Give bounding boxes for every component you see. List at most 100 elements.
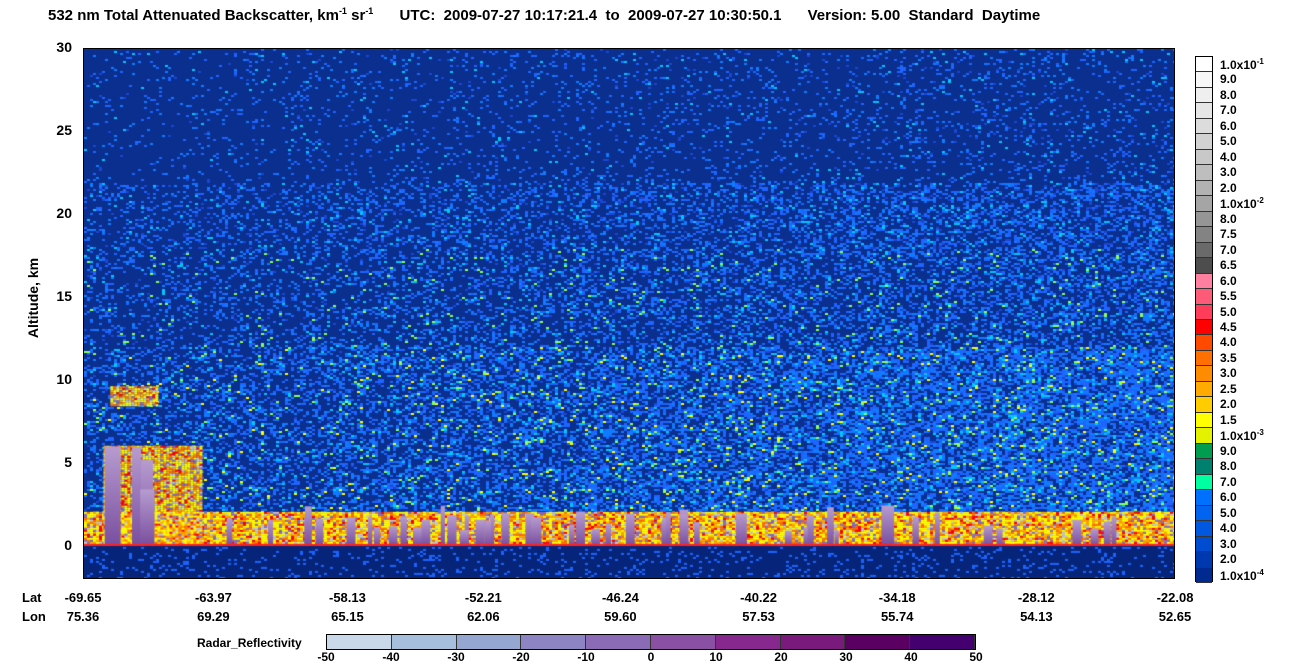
colorbar-label: 1.0x10-3 [1220,428,1264,443]
lon-tick-label: 69.29 [197,609,230,624]
colorbar-label: 4.5 [1220,320,1237,334]
radar-tick-label: -20 [512,650,530,664]
lat-tick-label: -46.24 [601,590,639,605]
lat-tick-label: -69.65 [64,590,102,605]
colorbar-label: 6.0 [1220,273,1237,288]
lon-tick-label: 54.13 [1020,609,1053,624]
radar-colorbar-segment [910,635,975,649]
y-tick-label: 5 [64,453,72,470]
colorbar-label-mantissa: 1.0x10 [1220,568,1257,583]
colorbar-label: 5.0 [1220,134,1237,149]
colorbar-label: 6.0 [1220,490,1237,505]
colorbar-label-exponent: -4 [1256,567,1264,577]
colorbar-segment [1196,289,1212,305]
backscatter-plot-area [83,48,1175,579]
lon-tick-label: 55.74 [880,609,914,624]
lon-tick-label: 59.60 [604,609,637,624]
colorbar-label: 8.0 [1220,459,1237,474]
colorbar-segment [1196,459,1212,475]
radar-tick-label: 0 [647,650,655,664]
y-axis-label: Altitude, km [25,257,41,339]
start-time: 2009-07-27 10:17:21.4 [443,7,598,24]
colorbar-segment [1196,505,1212,522]
colorbar-segment [1196,381,1212,398]
radar-colorbar-segment [845,635,911,649]
radar-tick-label: -30 [447,650,465,664]
colorbar-label: 4.0 [1220,521,1237,536]
colorbar-segment [1196,428,1212,444]
lat-tick-label: -40.22 [740,590,778,605]
backscatter-heatmap [84,49,1174,578]
colorbar-segment [1196,258,1212,274]
backscatter-colorbar [1195,56,1213,583]
radar-tick-label: 30 [839,650,853,664]
colorbar-label-exponent: -3 [1256,428,1264,438]
colorbar-label: 4.0 [1220,149,1237,164]
daytime-label: Daytime [981,7,1041,24]
colorbar-segment [1196,474,1212,491]
radar-colorbar-segment [521,635,587,649]
lon-tick-label: 75.36 [66,609,100,624]
lat-tick-label: -58.13 [329,590,366,605]
radar-tick-label: 20 [774,650,788,664]
radar-tick-label: 40 [904,650,918,664]
colorbar-segment [1196,118,1212,135]
colorbar-label-exponent: -2 [1256,196,1264,206]
title-sr-text: sr [346,7,366,24]
colorbar-segment [1196,87,1212,104]
colorbar-label: 1.0x10-1 [1220,57,1264,72]
colorbar-label: 2.5 [1220,381,1237,396]
colorbar-label: 7.5 [1220,227,1237,242]
lat-row-label: Lat [22,590,42,605]
lat-tick-label: -22.08 [1156,590,1194,605]
colorbar-segment [1196,103,1212,119]
colorbar-label: 4.0 [1220,335,1237,350]
radar-colorbar [326,634,976,650]
lon-row-label: Lon [22,609,46,624]
lat-tick-label: -28.12 [1017,590,1055,605]
colorbar-label: 2.0 [1220,397,1237,412]
y-tick-label: 30 [56,39,72,55]
colorbar-label: 3.0 [1220,165,1237,180]
colorbar-segment [1196,242,1212,259]
y-tick-label: 25 [56,121,72,138]
radar-tick-label: -40 [382,650,400,664]
colorbar-label-mantissa: 1.0x10 [1220,58,1257,72]
colorbar-segment [1196,552,1212,568]
radar-tick-label: -50 [317,650,335,664]
radar-colorbar-segment [391,635,457,649]
colorbar-segment [1196,412,1212,429]
lon-tick-label: 62.06 [467,609,500,624]
colorbar-segment [1196,443,1212,460]
title-unit-exponent-2: -1 [365,6,374,16]
colorbar-segment [1196,304,1212,320]
colorbar-label: 1.0x10-4 [1220,568,1264,583]
radar-tick-label: 50 [969,650,983,664]
colorbar-label-mantissa: 1.0x10 [1220,197,1257,212]
colorbar-segment [1196,350,1212,367]
lon-tick-label: 52.65 [1158,609,1192,624]
colorbar-label: 7.0 [1220,242,1237,257]
colorbar-segment [1196,273,1212,290]
colorbar-segment [1196,134,1212,150]
colorbar-label-mantissa: 1.0x10 [1220,429,1257,444]
colorbar-segment [1196,72,1212,88]
colorbar-segment [1196,567,1212,583]
colorbar-segment [1196,536,1212,553]
y-tick-label: 10 [56,370,72,387]
colorbar-label: 3.0 [1220,366,1237,381]
lon-tick-label: 57.53 [742,609,775,624]
colorbar-segment [1196,366,1212,382]
colorbar-label: 1.5 [1220,412,1237,427]
radar-colorbar-title: Radar_Reflectivity [197,636,302,650]
y-tick-label: 0 [64,536,72,553]
colorbar-label: 2.0 [1220,180,1237,195]
product-label: Standard [908,7,974,24]
colorbar-segment [1196,397,1212,413]
colorbar-segment [1196,335,1212,351]
colorbar-segment [1196,521,1212,537]
colorbar-label: 5.0 [1220,505,1237,520]
chart-title: 532 nm Total Attenuated Backscatter, km-… [48,6,1040,24]
radar-colorbar-segment [456,635,522,649]
colorbar-label: 5.5 [1220,289,1237,304]
